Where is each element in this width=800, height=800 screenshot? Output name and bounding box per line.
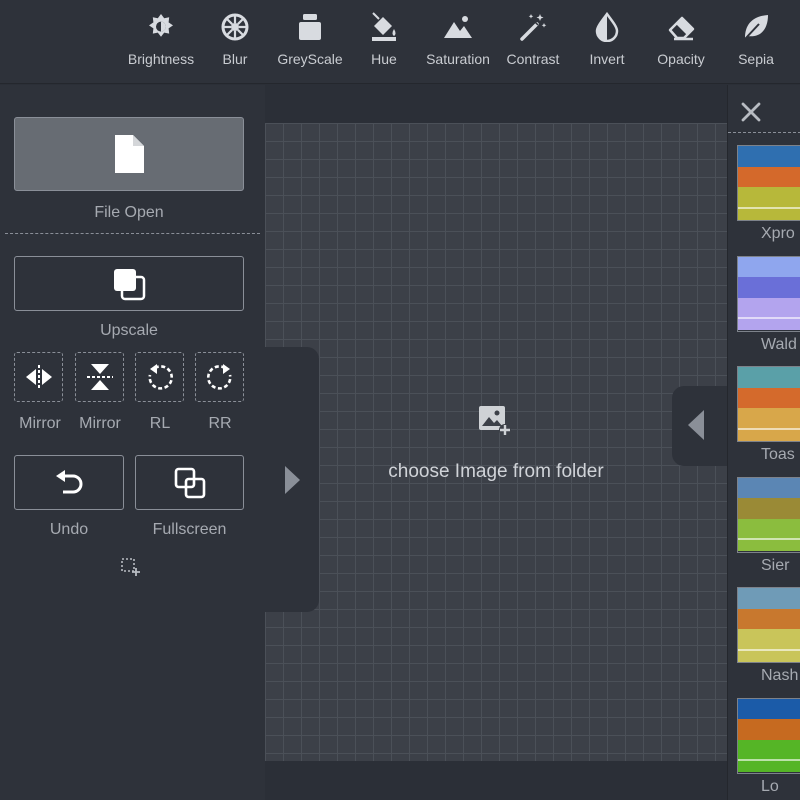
upscale-label: Upscale — [100, 322, 158, 339]
tool-label: Sepia — [738, 51, 774, 67]
filter-label: Xpro — [761, 225, 795, 242]
filter-presets-panel: Xpro Wald Toas Sier Nash Lo — [727, 85, 800, 800]
contrast-icon — [518, 12, 548, 42]
rotate-right-label: RR — [208, 415, 232, 432]
tool-contrast[interactable]: Contrast — [496, 0, 570, 84]
rotate-left-icon — [147, 364, 173, 390]
filter-label: Sier — [761, 556, 790, 574]
filter-label: Lo — [761, 777, 779, 795]
filter-label: Nash — [761, 667, 799, 684]
filter-preset-lo[interactable]: Lo — [737, 697, 800, 800]
hue-icon — [369, 12, 399, 42]
tool-opacity[interactable]: Opacity — [644, 0, 718, 84]
filter-preset-wald[interactable]: Wald — [737, 255, 800, 366]
undo-button[interactable] — [14, 455, 124, 510]
tool-label: GreyScale — [277, 51, 343, 67]
tool-hue[interactable]: Hue — [347, 0, 421, 84]
brightness-icon — [146, 12, 176, 42]
tool-label: Brightness — [127, 51, 195, 67]
tool-label: Blur — [222, 51, 248, 67]
blur-icon — [220, 12, 250, 42]
flip-vertical-icon — [86, 364, 113, 390]
rotate-right-button[interactable] — [195, 352, 244, 402]
tool-sepia[interactable]: Sepia — [719, 0, 793, 84]
rotate-right-icon — [206, 364, 232, 390]
copy-icon — [114, 268, 146, 300]
undo-icon — [56, 469, 83, 493]
divider — [5, 233, 260, 234]
filter-preset-toas[interactable]: Toas — [737, 366, 800, 476]
opacity-icon — [666, 12, 696, 42]
filter-label: Wald — [761, 335, 797, 353]
tool-label: Saturation — [426, 51, 490, 67]
filter-thumbnail — [737, 476, 800, 553]
mirror-vertical-label: Mirror — [79, 415, 121, 432]
fullscreen-button[interactable] — [135, 455, 244, 510]
filter-thumbnail — [737, 366, 800, 442]
file-icon — [115, 135, 144, 173]
canvas-area: choose Image from folder — [265, 85, 727, 800]
filter-label: Toas — [761, 446, 795, 463]
filter-thumbnail — [737, 587, 800, 663]
tool-label: Invert — [589, 51, 625, 67]
tool-blur[interactable]: Blur — [198, 0, 272, 84]
crop-select-icon[interactable] — [120, 557, 140, 577]
tool-brightness[interactable]: Brightness — [124, 0, 198, 84]
tool-label: Hue — [371, 51, 397, 67]
upscale-button[interactable] — [14, 256, 244, 311]
tool-invert[interactable]: Invert — [570, 0, 644, 84]
tool-saturation[interactable]: Saturation — [421, 0, 495, 84]
undo-label: Undo — [49, 521, 89, 538]
filter-thumbnail — [737, 697, 800, 774]
collapse-right-panel-button[interactable] — [672, 386, 727, 466]
filter-thumbnail — [737, 255, 800, 332]
mirror-horizontal-label: Mirror — [19, 415, 61, 432]
invert-icon — [592, 11, 622, 43]
fullscreen-icon — [174, 467, 205, 498]
filter-preset-sier[interactable]: Sier — [737, 476, 800, 587]
filter-thumbnail — [737, 145, 800, 221]
mirror-horizontal-button[interactable] — [14, 352, 63, 402]
greyscale-icon — [295, 12, 325, 42]
flip-horizontal-icon — [25, 365, 52, 389]
fullscreen-label: Fullscreen — [152, 521, 227, 538]
filter-toolbar: Brightness Blur GreyScale Hue Saturation… — [0, 0, 800, 84]
chevron-left-icon — [688, 410, 704, 440]
file-open-button[interactable] — [14, 117, 244, 191]
divider — [728, 132, 800, 133]
add-image-icon[interactable] — [478, 405, 512, 442]
left-panel: File Open Upscale Mirror Mirror RL RR Un… — [0, 85, 265, 800]
tool-greyscale[interactable]: GreyScale — [273, 0, 347, 84]
image-canvas[interactable] — [265, 123, 727, 761]
file-open-label: File Open — [94, 204, 164, 221]
saturation-icon — [443, 12, 473, 42]
chevron-right-icon — [285, 466, 300, 494]
tool-label: Opacity — [657, 51, 705, 67]
filter-preset-nash[interactable]: Nash — [737, 587, 800, 697]
close-icon[interactable] — [740, 101, 762, 123]
filter-preset-xpro[interactable]: Xpro — [737, 145, 800, 255]
sepia-icon — [741, 12, 771, 42]
mirror-vertical-button[interactable] — [75, 352, 124, 402]
collapse-left-panel-button[interactable] — [265, 347, 319, 612]
choose-image-placeholder[interactable]: choose Image from folder — [265, 461, 727, 483]
rotate-left-label: RL — [149, 415, 171, 432]
tool-label: Contrast — [506, 51, 560, 67]
rotate-left-button[interactable] — [135, 352, 184, 402]
